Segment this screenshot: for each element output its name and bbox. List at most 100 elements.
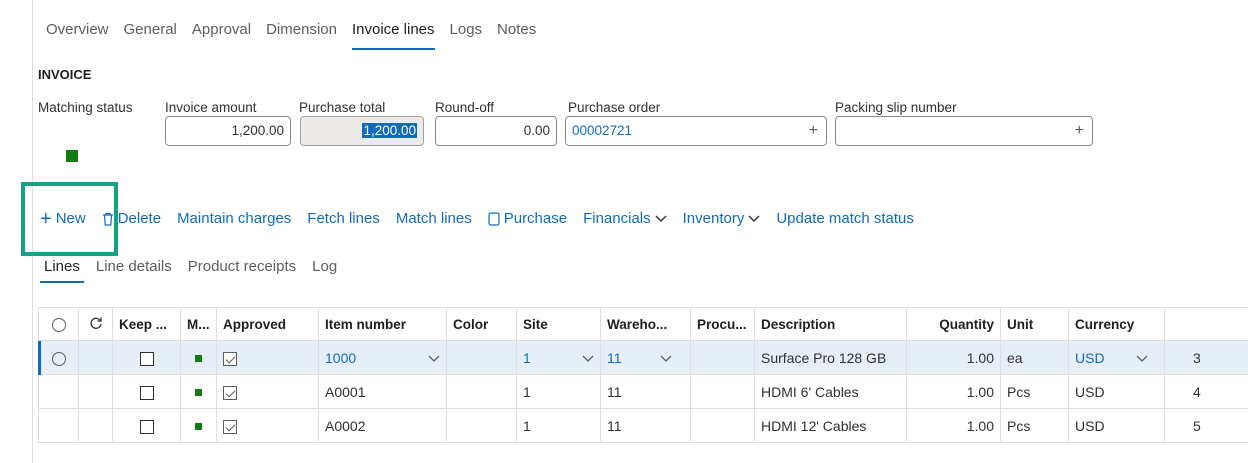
m-header[interactable]: M... — [180, 307, 217, 341]
invoice-amount-field[interactable]: 1,200.00 — [165, 116, 291, 146]
unit-header[interactable]: Unit — [1000, 307, 1069, 341]
tab-line-details[interactable]: Line details — [96, 258, 172, 275]
chevron-down-icon[interactable] — [428, 355, 440, 363]
procurement-cell[interactable] — [690, 340, 755, 375]
extra-cell[interactable]: 5 — [1164, 408, 1248, 443]
site-cell[interactable]: 1 — [516, 408, 601, 443]
financials-menu[interactable]: Financials — [583, 210, 667, 227]
description-cell[interactable]: HDMI 6' Cables — [754, 374, 907, 409]
description-header[interactable]: Description — [754, 307, 907, 341]
currency-cell[interactable]: USD — [1068, 340, 1165, 375]
keep-cell[interactable] — [112, 374, 181, 409]
tab-approval[interactable]: Approval — [192, 20, 251, 44]
color-header[interactable]: Color — [446, 307, 517, 341]
quantity-cell[interactable]: 1.00 — [906, 374, 1001, 409]
add-lookup-icon[interactable]: + — [1075, 117, 1084, 145]
unit-cell[interactable]: Pcs — [1000, 374, 1069, 409]
match-lines-button[interactable]: Match lines — [396, 210, 472, 227]
row-radio[interactable] — [51, 351, 66, 366]
new-label: New — [55, 210, 86, 227]
approved-cell[interactable] — [216, 408, 319, 443]
quantity-cell[interactable]: 1.00 — [906, 408, 1001, 443]
purchase-button[interactable]: Purchase — [488, 210, 567, 227]
item-number-cell[interactable]: A0001 — [318, 374, 447, 409]
site-cell[interactable]: 1 — [516, 340, 601, 375]
purchase-order-field[interactable]: 00002721 + — [565, 116, 827, 146]
extra-header[interactable] — [1164, 307, 1248, 341]
keep-checkbox[interactable] — [139, 419, 154, 434]
table-row[interactable]: 1000 1 11 Surface Pro 128 GB 1.00 ea USD… — [38, 340, 1248, 375]
color-cell[interactable] — [446, 408, 517, 443]
warehouse-header[interactable]: Wareho... — [600, 307, 691, 341]
tab-notes[interactable]: Notes — [497, 20, 536, 44]
site-header[interactable]: Site — [516, 307, 601, 341]
quantity-cell[interactable]: 1.00 — [906, 340, 1001, 375]
refresh-header[interactable] — [78, 307, 113, 341]
delete-button[interactable]: Delete — [102, 210, 161, 227]
row-select[interactable] — [38, 374, 79, 409]
keep-header[interactable]: Keep ... — [112, 307, 181, 341]
warehouse-cell[interactable]: 11 — [600, 374, 691, 409]
m-cell — [180, 408, 217, 443]
approved-header[interactable]: Approved — [216, 307, 319, 341]
inventory-menu[interactable]: Inventory — [683, 210, 761, 227]
procurement-cell[interactable] — [690, 408, 755, 443]
table-row[interactable]: A0002 1 11 HDMI 12' Cables 1.00 Pcs USD … — [38, 408, 1248, 443]
unit-cell[interactable]: ea — [1000, 340, 1069, 375]
purchase-total-field[interactable]: 1,200.00 — [300, 116, 424, 146]
table-row[interactable]: A0001 1 11 HDMI 6' Cables 1.00 Pcs USD 4 — [38, 374, 1248, 409]
warehouse-cell[interactable]: 11 — [600, 408, 691, 443]
unit-cell[interactable]: Pcs — [1000, 408, 1069, 443]
new-button[interactable]: + New — [40, 209, 86, 229]
row-select[interactable] — [38, 340, 79, 375]
keep-checkbox[interactable] — [139, 385, 154, 400]
add-lookup-icon[interactable]: + — [809, 117, 818, 145]
currency-cell[interactable]: USD — [1068, 374, 1165, 409]
packing-slip-field[interactable]: + — [835, 116, 1093, 146]
tab-lines[interactable]: Lines — [40, 258, 84, 283]
tab-log[interactable]: Log — [312, 258, 337, 275]
description-cell[interactable]: Surface Pro 128 GB — [754, 340, 907, 375]
update-match-status-button[interactable]: Update match status — [776, 210, 914, 227]
item-number-cell[interactable]: 1000 — [318, 340, 447, 375]
extra-cell[interactable]: 4 — [1164, 374, 1248, 409]
round-off-field[interactable]: 0.00 — [435, 116, 557, 146]
color-cell[interactable] — [446, 340, 517, 375]
tab-logs[interactable]: Logs — [450, 20, 483, 44]
tab-overview[interactable]: Overview — [46, 20, 109, 44]
row-select[interactable] — [38, 408, 79, 443]
refresh-icon[interactable] — [89, 316, 103, 330]
keep-cell[interactable] — [112, 340, 181, 375]
warehouse-cell[interactable]: 11 — [600, 340, 691, 375]
procurement-header[interactable]: Procu... — [690, 307, 755, 341]
approved-cell[interactable] — [216, 340, 319, 375]
fetch-lines-button[interactable]: Fetch lines — [307, 210, 380, 227]
approved-checkbox[interactable] — [223, 385, 237, 400]
currency-header[interactable]: Currency — [1068, 307, 1165, 341]
tab-product-receipts[interactable]: Product receipts — [188, 258, 296, 275]
description-cell[interactable]: HDMI 12' Cables — [754, 408, 907, 443]
item-number-cell[interactable]: A0002 — [318, 408, 447, 443]
quantity-header[interactable]: Quantity — [906, 307, 1001, 341]
chevron-down-icon[interactable] — [660, 355, 672, 363]
maintain-charges-button[interactable]: Maintain charges — [177, 210, 291, 227]
procurement-cell[interactable] — [690, 374, 755, 409]
keep-checkbox[interactable] — [139, 351, 154, 366]
chevron-down-icon[interactable] — [1136, 355, 1148, 363]
item-number-header[interactable]: Item number — [318, 307, 447, 341]
approved-checkbox[interactable] — [223, 351, 237, 366]
select-all-header[interactable] — [38, 307, 79, 341]
approved-cell[interactable] — [216, 374, 319, 409]
color-cell[interactable] — [446, 374, 517, 409]
delete-label: Delete — [117, 210, 162, 227]
chevron-down-icon[interactable] — [582, 355, 594, 363]
tab-general[interactable]: General — [124, 20, 177, 44]
approved-checkbox[interactable] — [223, 419, 237, 434]
select-all-radio[interactable] — [51, 317, 66, 332]
tab-dimension[interactable]: Dimension — [266, 20, 337, 44]
tab-invoice-lines[interactable]: Invoice lines — [351, 20, 435, 50]
site-cell[interactable]: 1 — [516, 374, 601, 409]
extra-cell[interactable]: 3 — [1164, 340, 1248, 375]
currency-cell[interactable]: USD — [1068, 408, 1165, 443]
keep-cell[interactable] — [112, 408, 181, 443]
